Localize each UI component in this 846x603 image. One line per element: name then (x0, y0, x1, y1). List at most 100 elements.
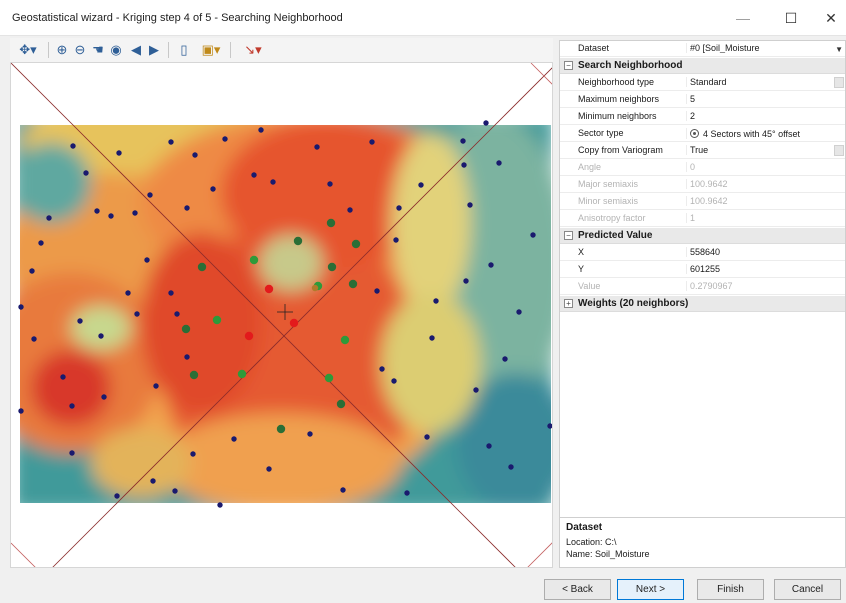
property-value: 100.9642 (686, 179, 832, 189)
neighbor-point (237, 369, 247, 379)
dropdown-button[interactable] (834, 77, 844, 88)
data-point (153, 383, 159, 389)
neighbor-point (276, 424, 286, 434)
back-icon[interactable]: ◀ (128, 41, 144, 59)
minimize-button[interactable]: — (720, 0, 766, 36)
data-point (508, 464, 514, 470)
dataset-label: Dataset (578, 43, 610, 53)
window-title: Geostatistical wizard - Kriging step 4 o… (12, 12, 343, 24)
legend-icon[interactable]: ▣▾ (198, 41, 224, 59)
zoom-in-icon[interactable]: ⊕ (54, 41, 70, 59)
map-svg[interactable] (11, 63, 553, 568)
expand-icon[interactable]: + (564, 299, 573, 308)
neighbor-point (326, 218, 336, 228)
finish-button[interactable]: Finish (697, 579, 764, 600)
property-row[interactable]: Y 601255 (560, 262, 845, 278)
pan-select-icon[interactable]: ✥▾ (14, 41, 42, 59)
layout-icon[interactable]: ▯ (176, 41, 192, 59)
data-point (270, 179, 276, 185)
property-row[interactable]: Copy from Variogram True (560, 143, 845, 159)
data-point (174, 311, 180, 317)
data-point (340, 487, 346, 493)
neighbor-point (189, 370, 199, 380)
title-bar: Geostatistical wizard - Kriging step 4 o… (0, 0, 846, 36)
property-row[interactable]: Neighborhood type Standard (560, 75, 845, 91)
search-boundary (11, 542, 36, 567)
property-row[interactable]: Minimum neighbors 2 (560, 109, 845, 125)
property-value[interactable]: Standard (686, 77, 832, 87)
data-point (473, 387, 479, 393)
dataset-info-box: Dataset Location: C:\ Name: Soil_Moistur… (560, 517, 845, 567)
info-location: Location: C:\ (566, 537, 617, 547)
property-value: 0 (686, 162, 832, 172)
close-button[interactable]: ✕ (808, 0, 846, 36)
data-point (144, 257, 150, 263)
data-point (184, 205, 190, 211)
data-point (374, 288, 380, 294)
data-point (150, 478, 156, 484)
data-point (424, 434, 430, 440)
data-point (172, 488, 178, 494)
data-point (132, 210, 138, 216)
x-coordinate-field[interactable]: 558640 (686, 247, 832, 257)
property-value: 4 Sectors with 45° offset (703, 129, 800, 139)
forward-icon[interactable]: ▶ (146, 41, 162, 59)
data-point (327, 181, 333, 187)
data-point (461, 162, 467, 168)
data-point (314, 144, 320, 150)
property-row[interactable]: Sector type 4 Sectors with 45° offset (560, 126, 845, 142)
data-point (168, 290, 174, 296)
data-point (38, 240, 44, 246)
data-point (210, 186, 216, 192)
full-extent-icon[interactable]: ◉ (108, 41, 124, 59)
data-point (114, 493, 120, 499)
property-value: 1 (686, 213, 832, 223)
data-point (190, 451, 196, 457)
property-row: Anisotropy factor 1 (560, 211, 845, 227)
data-point (168, 139, 174, 145)
sector-icon (690, 129, 699, 138)
back-button[interactable]: < Back (544, 579, 611, 600)
zoom-out-icon[interactable]: ⊖ (72, 41, 88, 59)
chevron-down-icon[interactable]: ▼ (835, 45, 843, 54)
data-point (116, 150, 122, 156)
data-point (483, 120, 489, 126)
collapse-icon[interactable]: − (564, 231, 573, 240)
data-point (433, 298, 439, 304)
neighbor-point (327, 262, 337, 272)
info-title: Dataset (566, 522, 603, 533)
data-point (467, 202, 473, 208)
property-row[interactable]: Maximum neighbors 5 (560, 92, 845, 108)
section-weights[interactable]: + Weights (20 neighbors) (560, 296, 845, 312)
data-point (502, 356, 508, 362)
map-canvas[interactable] (10, 62, 553, 568)
property-value[interactable]: 2 (686, 111, 832, 121)
data-point (192, 152, 198, 158)
data-point (77, 318, 83, 324)
section-search-neighborhood[interactable]: − Search Neighborhood (560, 58, 845, 74)
pan-icon[interactable]: ☚ (90, 41, 106, 59)
data-point (134, 311, 140, 317)
collapse-icon[interactable]: − (564, 61, 573, 70)
property-name: Major semiaxis (578, 179, 639, 189)
dataset-select[interactable]: #0 [Soil_Moisture (686, 43, 832, 53)
property-name: Copy from Variogram (578, 145, 663, 155)
y-coordinate-field[interactable]: 601255 (686, 264, 832, 274)
predicted-value: 0.2790967 (686, 281, 832, 291)
data-point (108, 213, 114, 219)
dropdown-button[interactable] (834, 145, 844, 156)
property-value[interactable]: 5 (686, 94, 832, 104)
next-button[interactable]: Next > (617, 579, 684, 600)
section-title: Predicted Value (578, 230, 653, 241)
data-point (69, 403, 75, 409)
dataset-row[interactable]: Dataset #0 [Soil_Moisture ▼ (560, 41, 845, 57)
section-predicted-value[interactable]: − Predicted Value (560, 228, 845, 244)
data-point (307, 431, 313, 437)
neighbor-point (324, 373, 334, 383)
cancel-button[interactable]: Cancel (774, 579, 841, 600)
property-value[interactable]: True (686, 145, 832, 155)
sector-type-value[interactable]: 4 Sectors with 45° offset (686, 128, 832, 139)
data-point (31, 336, 37, 342)
property-row[interactable]: X 558640 (560, 245, 845, 261)
identify-icon[interactable]: ↘▾ (238, 41, 268, 59)
